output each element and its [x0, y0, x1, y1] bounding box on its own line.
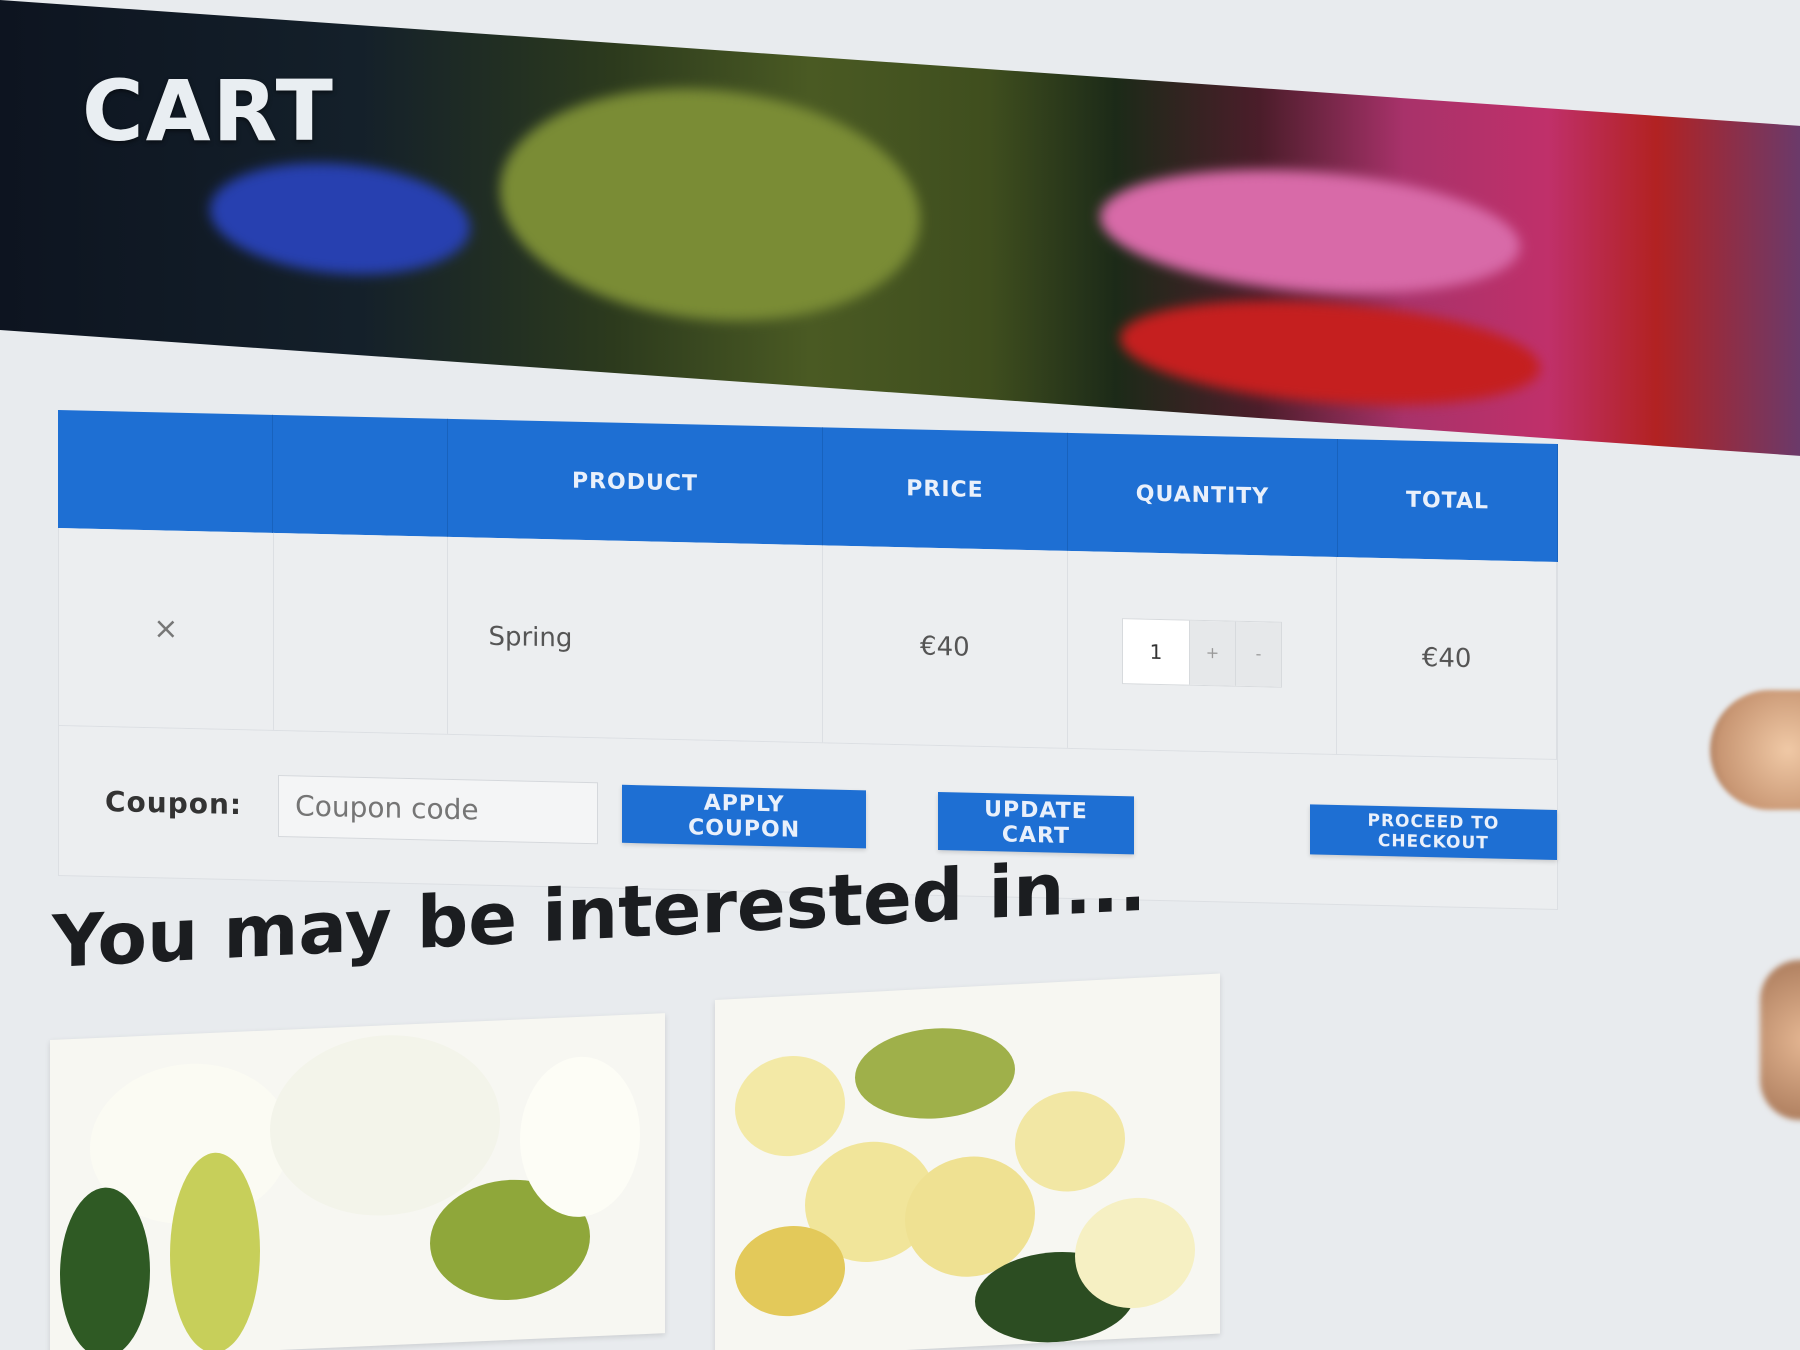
- suggested-product-1[interactable]: [50, 1013, 665, 1350]
- quantity-input[interactable]: 1: [1123, 619, 1189, 684]
- lily-bud: [170, 1150, 260, 1350]
- coupon-label: Coupon:: [105, 785, 243, 822]
- red-roses: [1120, 288, 1540, 418]
- thumbnail-cell: [273, 532, 449, 734]
- coupon-input[interactable]: [278, 774, 599, 844]
- yellow-bud: [735, 1223, 845, 1319]
- product-name[interactable]: Spring: [448, 536, 824, 743]
- header-thumbnail: [273, 414, 448, 537]
- yellow-rose: [735, 1053, 845, 1159]
- white-lily: [520, 1054, 640, 1220]
- remove-cell: ×: [59, 528, 274, 730]
- header-remove: [58, 410, 273, 533]
- yellow-rose: [1075, 1194, 1195, 1312]
- suggested-product-2[interactable]: [715, 973, 1220, 1350]
- green-foliage: [855, 1024, 1015, 1123]
- page-title: CART: [82, 62, 335, 160]
- finger: [1710, 690, 1800, 810]
- product-price: €40: [823, 545, 1068, 748]
- leaf: [60, 1185, 150, 1350]
- quantity-cell: 1 + -: [1067, 550, 1338, 755]
- proceed-to-checkout-button[interactable]: PROCEED TO CHECKOUT: [1309, 803, 1557, 860]
- quantity-increment-button[interactable]: +: [1189, 620, 1235, 686]
- finger: [1760, 960, 1800, 1120]
- header-product: PRODUCT: [448, 418, 823, 546]
- yellow-rose: [1015, 1088, 1125, 1195]
- blue-flowers: [210, 154, 470, 283]
- pink-hydrangea: [1100, 156, 1520, 307]
- table-row: × Spring €40 1 + - €40: [58, 528, 1558, 761]
- page: CART PRODUCT PRICE QUANTITY TOTAL × Spri…: [0, 0, 1800, 1350]
- quantity-decrement-button[interactable]: -: [1235, 621, 1281, 687]
- apply-coupon-button[interactable]: APPLY COUPON: [622, 784, 867, 848]
- product-total: €40: [1337, 557, 1558, 760]
- header-total: TOTAL: [1338, 439, 1558, 563]
- cart-table: PRODUCT PRICE QUANTITY TOTAL × Spring €4…: [58, 410, 1558, 911]
- header-price: PRICE: [823, 427, 1068, 551]
- green-foliage: [500, 74, 920, 335]
- quantity-stepper: 1 + -: [1122, 617, 1282, 688]
- remove-item-icon[interactable]: ×: [153, 611, 178, 647]
- header-quantity: QUANTITY: [1068, 432, 1338, 558]
